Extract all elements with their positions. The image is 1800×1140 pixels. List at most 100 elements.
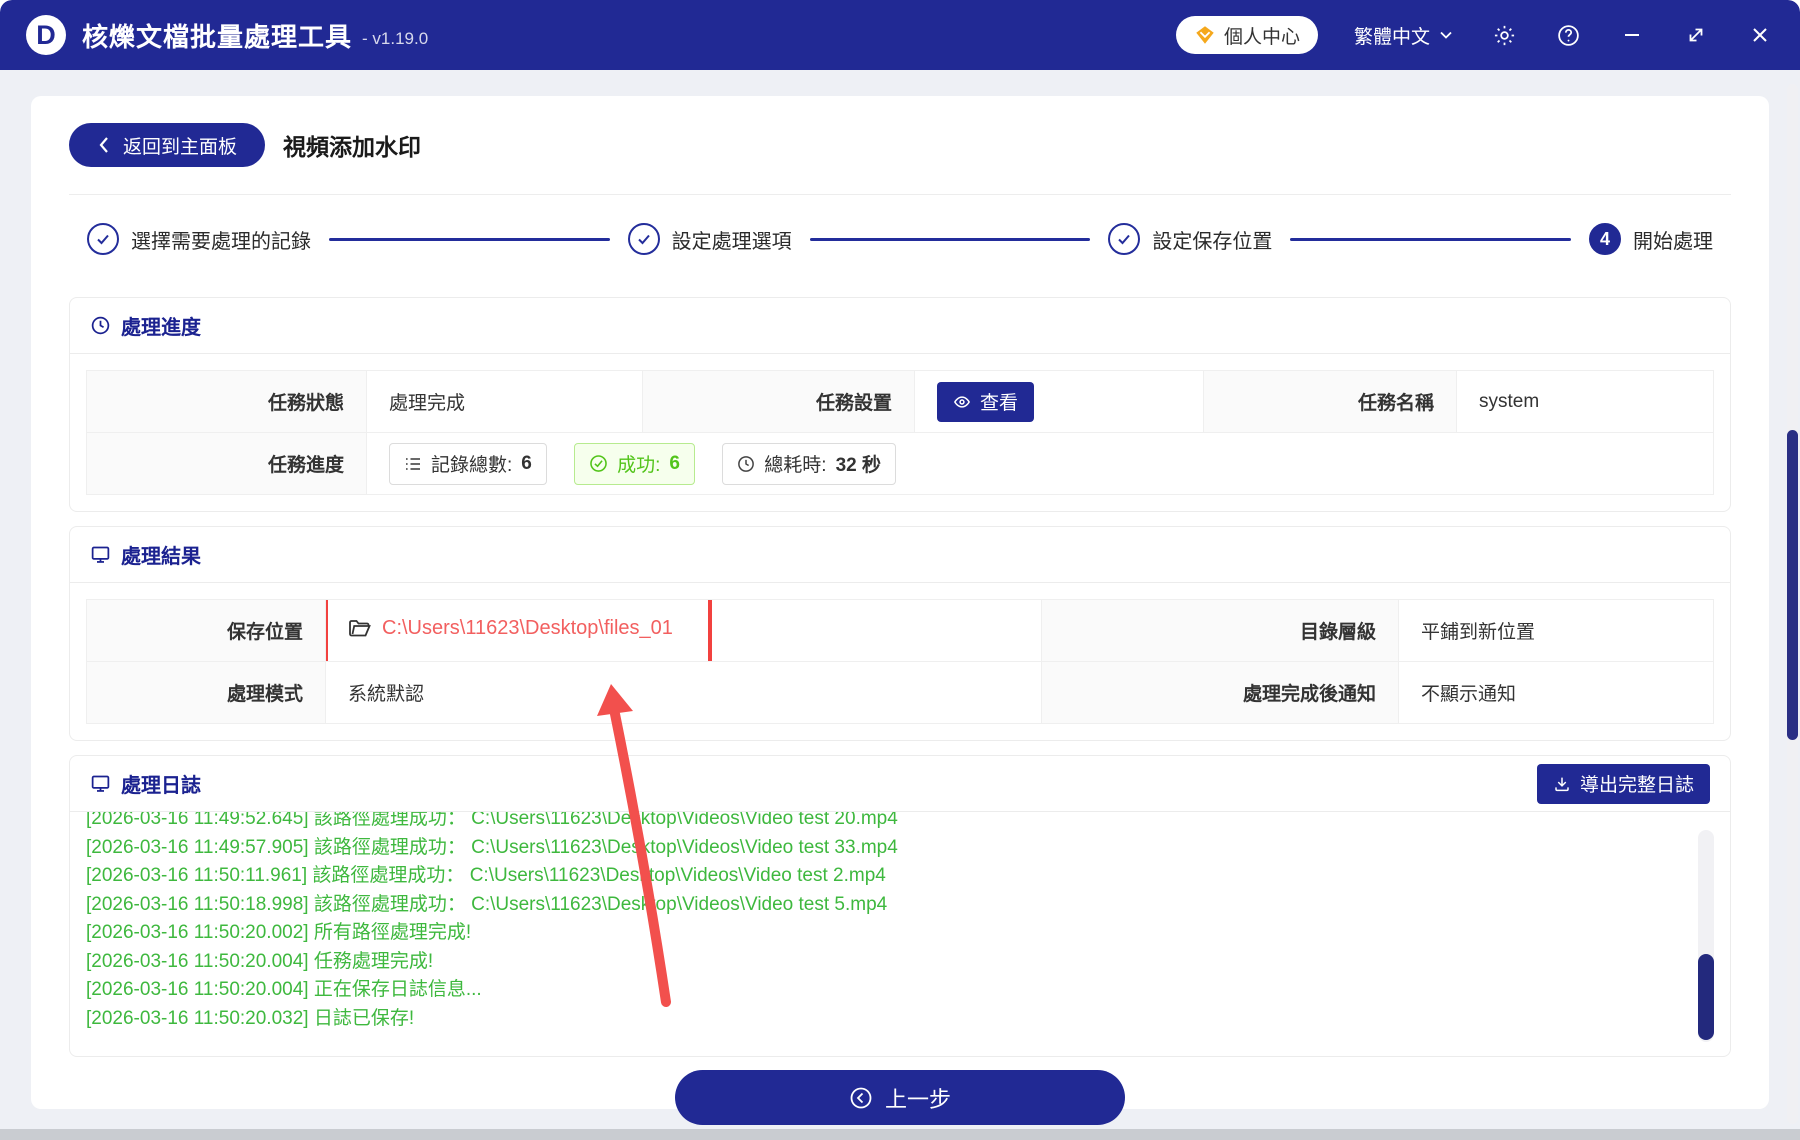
success-label: 成功: (617, 455, 661, 476)
window-bottom-edge (0, 1129, 1800, 1140)
task-settings-label: 任務設置 (642, 370, 915, 433)
view-icon (953, 393, 971, 411)
save-location-link[interactable]: C:\Users\11623\Desktop\files_01 (348, 617, 673, 640)
step-2: 設定處理選項 (627, 223, 792, 255)
progress-section-header: 處理進度 (70, 298, 1730, 354)
step-1: 選擇需要處理的記錄 (87, 223, 311, 255)
log-viewport[interactable]: [2026-03-16 11:49:52.645] 該路徑處理成功： C:\Us… (70, 812, 1730, 1056)
elapsed-time-badge: 總耗時: 32 秒 (722, 442, 896, 485)
language-label: 繁體中文 (1353, 26, 1430, 48)
clock-small-icon (737, 455, 755, 473)
notify-label: 處理完成後通知 (1041, 661, 1399, 724)
back-button-label: 返回到主面板 (123, 136, 238, 158)
dir-level-label: 目錄層級 (1041, 599, 1399, 662)
total-records-value: 6 (521, 452, 532, 474)
app-logo: D (26, 15, 66, 55)
list-icon (404, 455, 422, 473)
elapsed-time-label: 總耗時: (764, 455, 827, 476)
step-3: 設定保存位置 (1108, 223, 1272, 255)
previous-step-button[interactable]: 上一步 (675, 1070, 1125, 1125)
task-progress-cell: 記錄總數: 6 成功: 6 總耗時: 32 秒 (366, 432, 1714, 495)
back-to-dashboard-button[interactable]: 返回到主面板 (69, 123, 266, 167)
total-records-label: 記錄總數: (431, 455, 513, 476)
download-icon (1553, 775, 1571, 793)
task-name-value: system (1456, 370, 1714, 433)
table-row: 任務進度 記錄總數: 6 成功: 6 總耗時: 32 秒 (86, 432, 1714, 495)
step-connector (329, 237, 610, 241)
check-circle-icon (589, 454, 608, 473)
maximize-button[interactable] (1682, 21, 1710, 49)
step-1-check-icon (87, 223, 119, 255)
log-scrollbar-thumb[interactable] (1698, 954, 1714, 1040)
log-section: 處理日誌 導出完整日誌 [2026-03-16 11:49:52.645] 該路… (69, 755, 1731, 1057)
task-settings-cell: 查看 (914, 370, 1204, 433)
save-location-path: C:\Users\11623\Desktop\files_01 (382, 616, 673, 639)
user-center-button[interactable]: 個人中心 (1175, 16, 1318, 54)
step-2-check-icon (627, 223, 660, 255)
step-indicator: 選擇需要處理的記錄 設定處理選項 設定保存位置 4 開始處理 (69, 195, 1731, 283)
title-bar: D 核爍文檔批量處理工具 - v1.19.0 個人中心 繁體中文 (0, 0, 1800, 70)
step-connector (1290, 237, 1572, 241)
progress-section-title: 處理進度 (121, 317, 201, 339)
table-row: 處理模式 系統默認 處理完成後通知 不顯示通知 (86, 661, 1714, 724)
step-3-check-icon (1108, 223, 1141, 255)
step-2-label: 設定處理選項 (671, 230, 792, 253)
total-records-badge: 記錄總數: 6 (389, 442, 547, 485)
success-badge: 成功: 6 (574, 442, 695, 485)
log-line: [2026-03-16 11:50:11.961] 該路徑處理成功： C:\Us… (86, 865, 886, 886)
close-button[interactable] (1746, 21, 1774, 49)
app-window: D 核爍文檔批量處理工具 - v1.19.0 個人中心 繁體中文 返回到主面板 … (0, 0, 1800, 1140)
log-line: [2026-03-16 11:50:20.004] 任務處理完成! (86, 950, 434, 972)
settings-gear-icon[interactable] (1490, 21, 1518, 49)
page-header: 返回到主面板 視頻添加水印 (69, 96, 1731, 195)
app-title: 核爍文檔批量處理工具 (82, 21, 353, 52)
vip-gem-icon (1194, 24, 1216, 46)
window-scrollbar-thumb[interactable] (1787, 430, 1798, 740)
log-scrollbar-track[interactable] (1698, 830, 1714, 1042)
circle-arrow-left-icon (849, 1086, 873, 1110)
help-icon[interactable] (1554, 21, 1582, 49)
log-line: [2026-03-16 11:50:20.032] 日誌已保存! (86, 1007, 415, 1029)
process-mode-value: 系統默認 (325, 661, 1042, 724)
window-scrollbar-track[interactable] (1787, 84, 1798, 1124)
success-value: 6 (669, 452, 680, 474)
app-version: - v1.19.0 (362, 29, 429, 48)
save-location-cell: C:\Users\11623\Desktop\files_01 (325, 599, 1042, 662)
step-1-label: 選擇需要處理的記錄 (131, 230, 311, 253)
export-log-label: 導出完整日誌 (1579, 775, 1694, 796)
view-task-settings-button[interactable]: 查看 (937, 381, 1035, 422)
result-table: 保存位置 C:\Users\11623\Desktop\files_01 目錄層… (86, 599, 1714, 724)
user-center-label: 個人中心 (1223, 26, 1300, 48)
task-name-label: 任務名稱 (1203, 370, 1457, 433)
task-status-value: 處理完成 (366, 370, 643, 433)
result-section-header: 處理結果 (70, 527, 1730, 583)
elapsed-time-value: 32 秒 (835, 455, 881, 476)
process-mode-label: 處理模式 (86, 661, 326, 724)
save-location-label: 保存位置 (86, 599, 326, 662)
minimize-button[interactable] (1618, 21, 1646, 49)
log-line: [2026-03-16 11:50:20.002] 所有路徑處理完成! (86, 922, 472, 943)
step-4-number: 4 (1589, 223, 1622, 255)
app-logo-letter: D (36, 19, 56, 50)
folder-icon (348, 618, 372, 638)
clock-icon (90, 315, 111, 336)
language-dropdown[interactable]: 繁體中文 (1354, 22, 1454, 49)
log-line: [2026-03-16 11:49:52.645] 該路徑處理成功： C:\Us… (86, 812, 898, 829)
previous-step-label: 上一步 (884, 1086, 951, 1112)
task-status-label: 任務狀態 (86, 370, 367, 433)
step-3-label: 設定保存位置 (1152, 230, 1273, 253)
chevron-down-icon (1438, 27, 1454, 43)
table-row: 保存位置 C:\Users\11623\Desktop\files_01 目錄層… (86, 599, 1714, 662)
log-section-header: 處理日誌 導出完整日誌 (70, 756, 1730, 812)
monitor-icon (90, 773, 111, 794)
table-row: 任務狀態 處理完成 任務設置 查看 任務名稱 system (86, 370, 1714, 433)
progress-table: 任務狀態 處理完成 任務設置 查看 任務名稱 system 任務進度 記錄總數:… (86, 370, 1714, 495)
dir-level-value: 平鋪到新位置 (1398, 599, 1714, 662)
log-line: [2026-03-16 11:50:18.998] 該路徑處理成功： C:\Us… (86, 893, 888, 915)
log-section-title: 處理日誌 (121, 775, 201, 797)
step-connector (809, 237, 1091, 241)
export-log-button[interactable]: 導出完整日誌 (1536, 763, 1710, 804)
page-title: 視頻添加水印 (283, 134, 422, 160)
monitor-icon (90, 544, 111, 565)
log-line: [2026-03-16 11:49:57.905] 該路徑處理成功： C:\Us… (86, 836, 898, 858)
